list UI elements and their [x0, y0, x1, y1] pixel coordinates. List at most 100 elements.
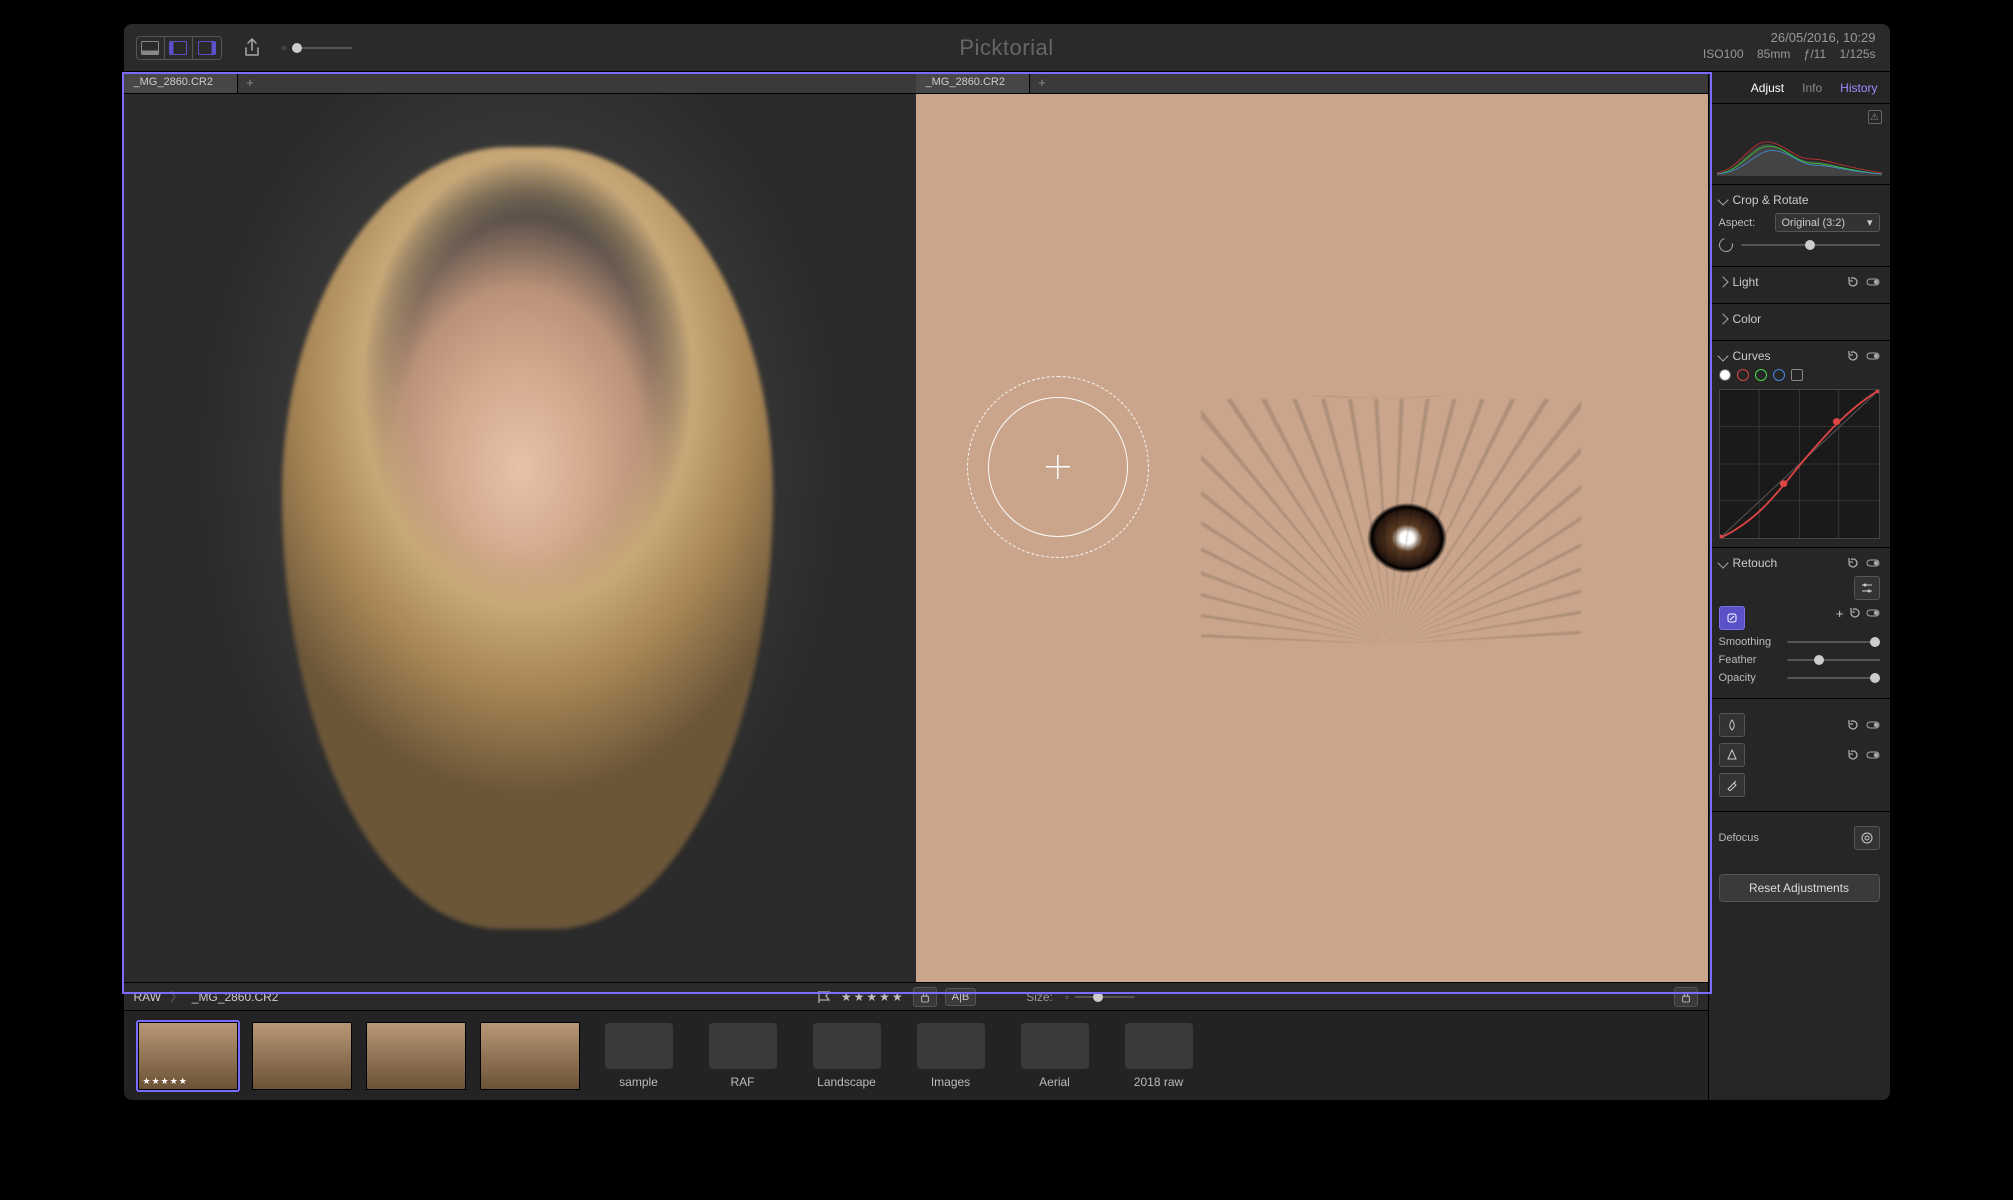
brush-size-label: Size:	[1026, 990, 1053, 1004]
layout-toggle-dual[interactable]	[193, 37, 221, 59]
viewer-info-bar: RAW 〉 _MG_2860.CR2 ★★★★★ A|B	[124, 982, 1708, 1010]
filmstrip[interactable]: ★★★★★ sample RAF Landscape Images Aerial…	[124, 1010, 1708, 1100]
folder-6-label: 2018 raw	[1134, 1075, 1183, 1089]
panel-tab-info[interactable]: Info	[1802, 81, 1822, 95]
layout-toggle-group	[136, 36, 222, 60]
reset-icon[interactable]	[1846, 275, 1860, 289]
rotate-icon[interactable]	[1716, 235, 1735, 254]
histogram-warning-toggle[interactable]: ⚠	[1868, 110, 1882, 124]
panel-tab-history[interactable]: History	[1840, 81, 1877, 95]
folder-3[interactable]: Landscape	[802, 1023, 892, 1089]
tab-left-file-label: _MG_2860.CR2	[134, 76, 214, 88]
lock-left[interactable]	[913, 987, 937, 1007]
reset-icon[interactable]	[1846, 556, 1860, 570]
image-left-hair	[282, 147, 773, 929]
feather-label: Feather	[1719, 654, 1779, 666]
defocus-tool[interactable]	[1854, 826, 1880, 850]
thumbnail-3[interactable]	[366, 1022, 466, 1090]
folder-1[interactable]: sample	[594, 1023, 684, 1089]
sharpen-tool-b[interactable]	[1719, 743, 1745, 767]
folder-5[interactable]: Aerial	[1010, 1023, 1100, 1089]
breadcrumb-sep-icon: 〉	[170, 990, 182, 1004]
visibility-toggle-icon[interactable]	[1866, 606, 1880, 620]
viewer-right-pane[interactable]: _MG_2860.CR2 +	[916, 72, 1708, 982]
feather-slider[interactable]	[1787, 659, 1880, 661]
tab-left-add[interactable]: +	[238, 72, 262, 93]
visibility-toggle-icon[interactable]	[1866, 718, 1880, 732]
section-crop: Crop & Rotate Aspect: Original (3:2) ▾	[1709, 184, 1890, 266]
section-retouch: Retouch +	[1709, 547, 1890, 698]
section-defocus-title: Defocus	[1719, 832, 1759, 844]
curve-channel-green[interactable]	[1755, 369, 1767, 381]
visibility-toggle-icon[interactable]	[1866, 748, 1880, 762]
image-left[interactable]	[124, 94, 916, 983]
folder-6[interactable]: 2018 raw	[1114, 1023, 1204, 1089]
aspect-select[interactable]: Original (3:2) ▾	[1775, 213, 1880, 232]
folder-4[interactable]: Images	[906, 1023, 996, 1089]
image-right[interactable]	[916, 94, 1708, 983]
chevron-down-icon[interactable]	[1717, 350, 1728, 361]
viewer-left-pane[interactable]: _MG_2860.CR2 +	[124, 72, 916, 982]
breadcrumb[interactable]: RAW 〉 _MG_2860.CR2	[134, 988, 279, 1005]
smoothing-slider[interactable]	[1787, 641, 1880, 643]
layout-toggle-filmstrip[interactable]	[137, 37, 165, 59]
viewer-split: _MG_2860.CR2 + _MG_2860.CR2 +	[124, 72, 1708, 982]
tabs-left: _MG_2860.CR2 +	[124, 72, 916, 94]
visibility-toggle-icon[interactable]	[1866, 275, 1880, 289]
thumbnail-1[interactable]: ★★★★★	[138, 1022, 238, 1090]
visibility-toggle-icon[interactable]	[1866, 556, 1880, 570]
opacity-slider[interactable]	[1787, 677, 1880, 679]
curve-channel-red[interactable]	[1737, 369, 1749, 381]
folder-2-label: RAF	[731, 1075, 755, 1089]
curve-channel-dots	[1719, 369, 1880, 381]
ab-compare-button[interactable]: A|B	[945, 988, 977, 1006]
brush-size-slider[interactable]: ◦	[1065, 990, 1135, 1004]
exif-datetime: 26/05/2016, 10:29	[1693, 30, 1876, 47]
folder-4-label: Images	[931, 1075, 970, 1089]
section-curves-title: Curves	[1733, 349, 1771, 363]
panel-tab-adjust[interactable]: Adjust	[1751, 81, 1784, 95]
retouch-tool-heal[interactable]	[1719, 606, 1745, 630]
canvas-column: _MG_2860.CR2 + _MG_2860.CR2 +	[124, 72, 1708, 1100]
rating-stars-left[interactable]: ★★★★★	[841, 990, 905, 1004]
curve-channel-rgb[interactable]	[1719, 369, 1731, 381]
section-color-title: Color	[1733, 312, 1762, 326]
smoothing-label: Smoothing	[1719, 636, 1779, 648]
reset-icon[interactable]	[1846, 718, 1860, 732]
image-right-detail	[1201, 396, 1581, 645]
thumbnail-4[interactable]	[480, 1022, 580, 1090]
lock-right[interactable]	[1674, 987, 1698, 1007]
curve-channel-luma[interactable]	[1791, 369, 1803, 381]
tab-right-file[interactable]: _MG_2860.CR2	[916, 72, 1031, 93]
chevron-right-icon[interactable]	[1717, 313, 1728, 324]
top-toolbar: ◦ Picktorial 26/05/2016, 10:29 ISO100 85…	[124, 24, 1890, 72]
sharpen-tool-a[interactable]	[1719, 713, 1745, 737]
chevron-down-icon[interactable]	[1717, 194, 1728, 205]
brush-tool[interactable]	[1719, 773, 1745, 797]
folder-2[interactable]: RAF	[698, 1023, 788, 1089]
chevron-right-icon[interactable]	[1717, 276, 1728, 287]
chevron-down-icon[interactable]	[1717, 557, 1728, 568]
reset-adjustments-button[interactable]: Reset Adjustments	[1719, 874, 1880, 902]
curves-editor[interactable]	[1719, 389, 1880, 539]
tab-right-file-label: _MG_2860.CR2	[926, 76, 1006, 88]
tab-right-add[interactable]: +	[1030, 72, 1054, 93]
reset-icon[interactable]	[1846, 349, 1860, 363]
chevron-down-icon: ▾	[1867, 216, 1873, 229]
reset-icon[interactable]	[1848, 606, 1862, 620]
main-area: _MG_2860.CR2 + _MG_2860.CR2 +	[124, 72, 1890, 1100]
add-icon[interactable]: +	[1836, 606, 1844, 630]
flag-icon[interactable]	[817, 990, 833, 1004]
retouch-tool-sliders[interactable]	[1854, 576, 1880, 600]
visibility-toggle-icon[interactable]	[1866, 349, 1880, 363]
thumbnail-size-slider[interactable]: ◦	[282, 40, 353, 55]
reset-icon[interactable]	[1846, 748, 1860, 762]
histogram[interactable]: ⚠	[1709, 104, 1890, 184]
curve-channel-blue[interactable]	[1773, 369, 1785, 381]
exif-block: 26/05/2016, 10:29 ISO100 85mm ƒ/11 1/125…	[1693, 30, 1876, 62]
tab-left-file[interactable]: _MG_2860.CR2	[124, 72, 239, 93]
thumbnail-2[interactable]	[252, 1022, 352, 1090]
share-button[interactable]	[240, 36, 264, 60]
aspect-label: Aspect:	[1719, 217, 1767, 229]
layout-toggle-single[interactable]	[165, 37, 193, 59]
